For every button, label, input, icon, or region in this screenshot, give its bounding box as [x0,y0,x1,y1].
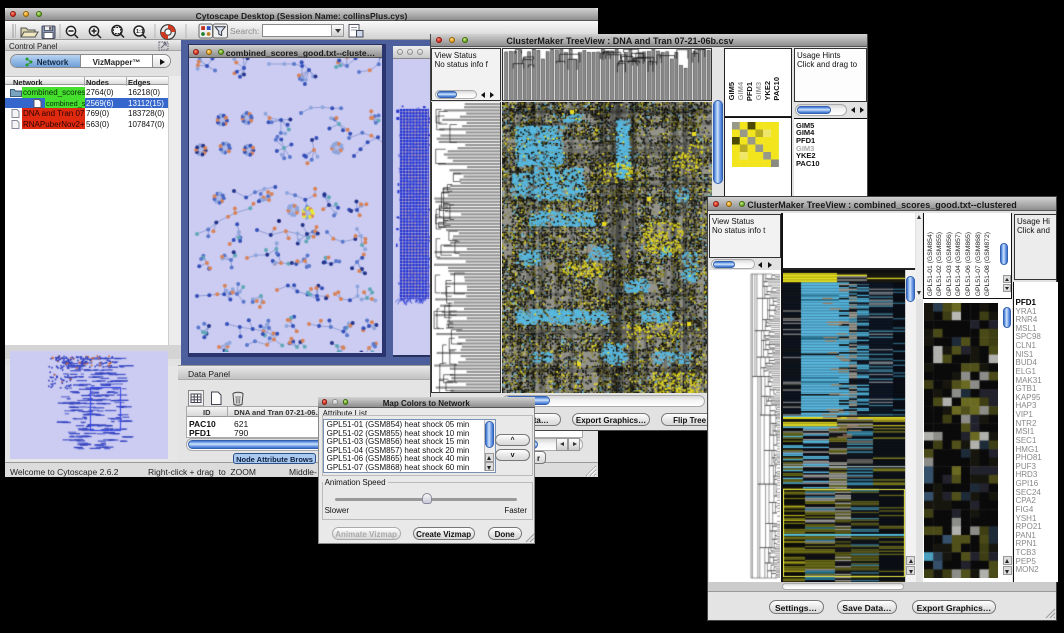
svg-text:1:1: 1:1 [136,29,144,35]
